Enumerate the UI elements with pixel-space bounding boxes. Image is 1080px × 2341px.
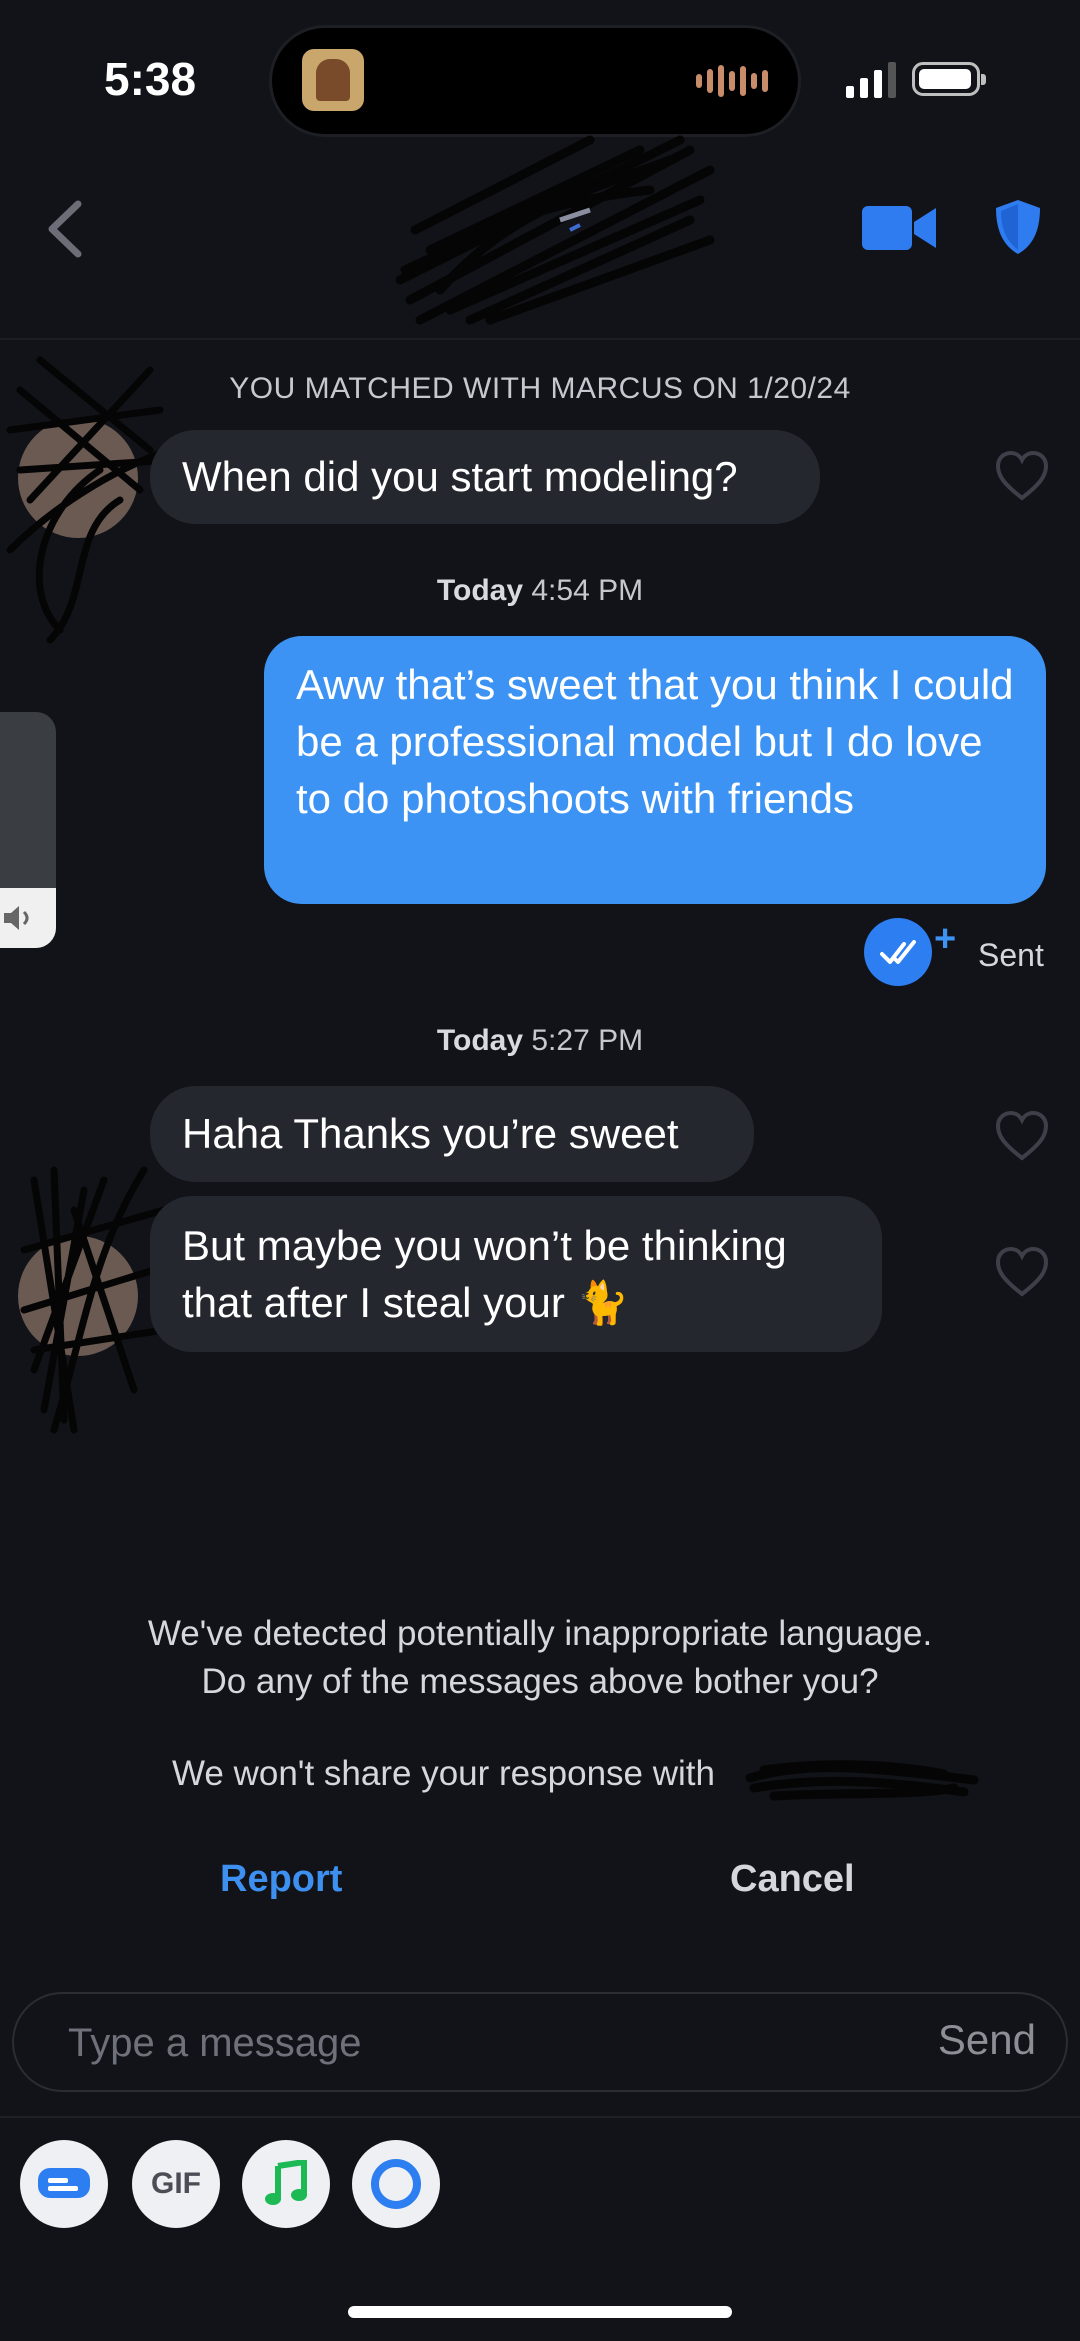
sent-status: Sent <box>978 937 1044 973</box>
ring-icon <box>371 2159 421 2209</box>
incoming-message[interactable]: When did you start modeling? <box>150 430 820 524</box>
toolbar-divider <box>0 2116 1080 2118</box>
cellular-signal-icon <box>846 62 896 98</box>
volume-overlay <box>0 712 56 948</box>
status-time: 5:38 <box>104 53 197 105</box>
chat-card-icon <box>38 2168 90 2198</box>
circle-feature-button[interactable] <box>352 2140 440 2228</box>
header-divider <box>0 338 1080 340</box>
music-button[interactable] <box>242 2140 330 2228</box>
now-playing-album-art <box>302 49 364 111</box>
outgoing-message[interactable]: Aww that’s sweet that you think I could … <box>264 636 1046 904</box>
conversation-starter-button[interactable] <box>20 2140 108 2228</box>
message-timestamp: Today 5:27 PM <box>436 1024 644 1057</box>
redacted-profile-photo[interactable] <box>390 130 720 330</box>
message-input[interactable] <box>66 2012 830 2074</box>
send-button[interactable]: Send <box>938 2016 1036 2064</box>
add-icon[interactable]: + <box>934 918 956 961</box>
audio-waveform-icon <box>696 64 768 98</box>
back-chevron-icon[interactable] <box>40 198 90 260</box>
redacted-name <box>745 1760 979 1801</box>
incoming-message[interactable]: Haha Thanks you’re sweet <box>150 1086 754 1182</box>
like-heart-icon[interactable] <box>994 1246 1050 1298</box>
safety-shield-icon[interactable] <box>994 198 1042 256</box>
like-heart-icon[interactable] <box>994 1110 1050 1162</box>
dynamic-island <box>272 28 798 134</box>
read-receipt-icon[interactable] <box>864 918 932 986</box>
home-indicator <box>348 2306 732 2318</box>
moderation-notice: We've detected potentially inappropriate… <box>147 1614 933 1653</box>
message-composer: Send <box>12 1992 1068 2092</box>
gif-button[interactable]: GIF <box>132 2140 220 2228</box>
video-call-icon[interactable] <box>862 204 936 252</box>
cancel-button[interactable]: Cancel <box>730 1858 855 1901</box>
report-button[interactable]: Report <box>220 1858 342 1901</box>
music-note-icon <box>265 2160 307 2205</box>
gif-label: GIF <box>151 2167 201 2200</box>
battery-icon <box>912 62 986 96</box>
like-heart-icon[interactable] <box>994 450 1050 502</box>
incoming-message[interactable]: But maybe you won’t be thinking that aft… <box>150 1196 882 1352</box>
moderation-question: Do any of the messages above bother you? <box>201 1662 879 1701</box>
message-timestamp: Today 4:54 PM <box>436 574 644 607</box>
